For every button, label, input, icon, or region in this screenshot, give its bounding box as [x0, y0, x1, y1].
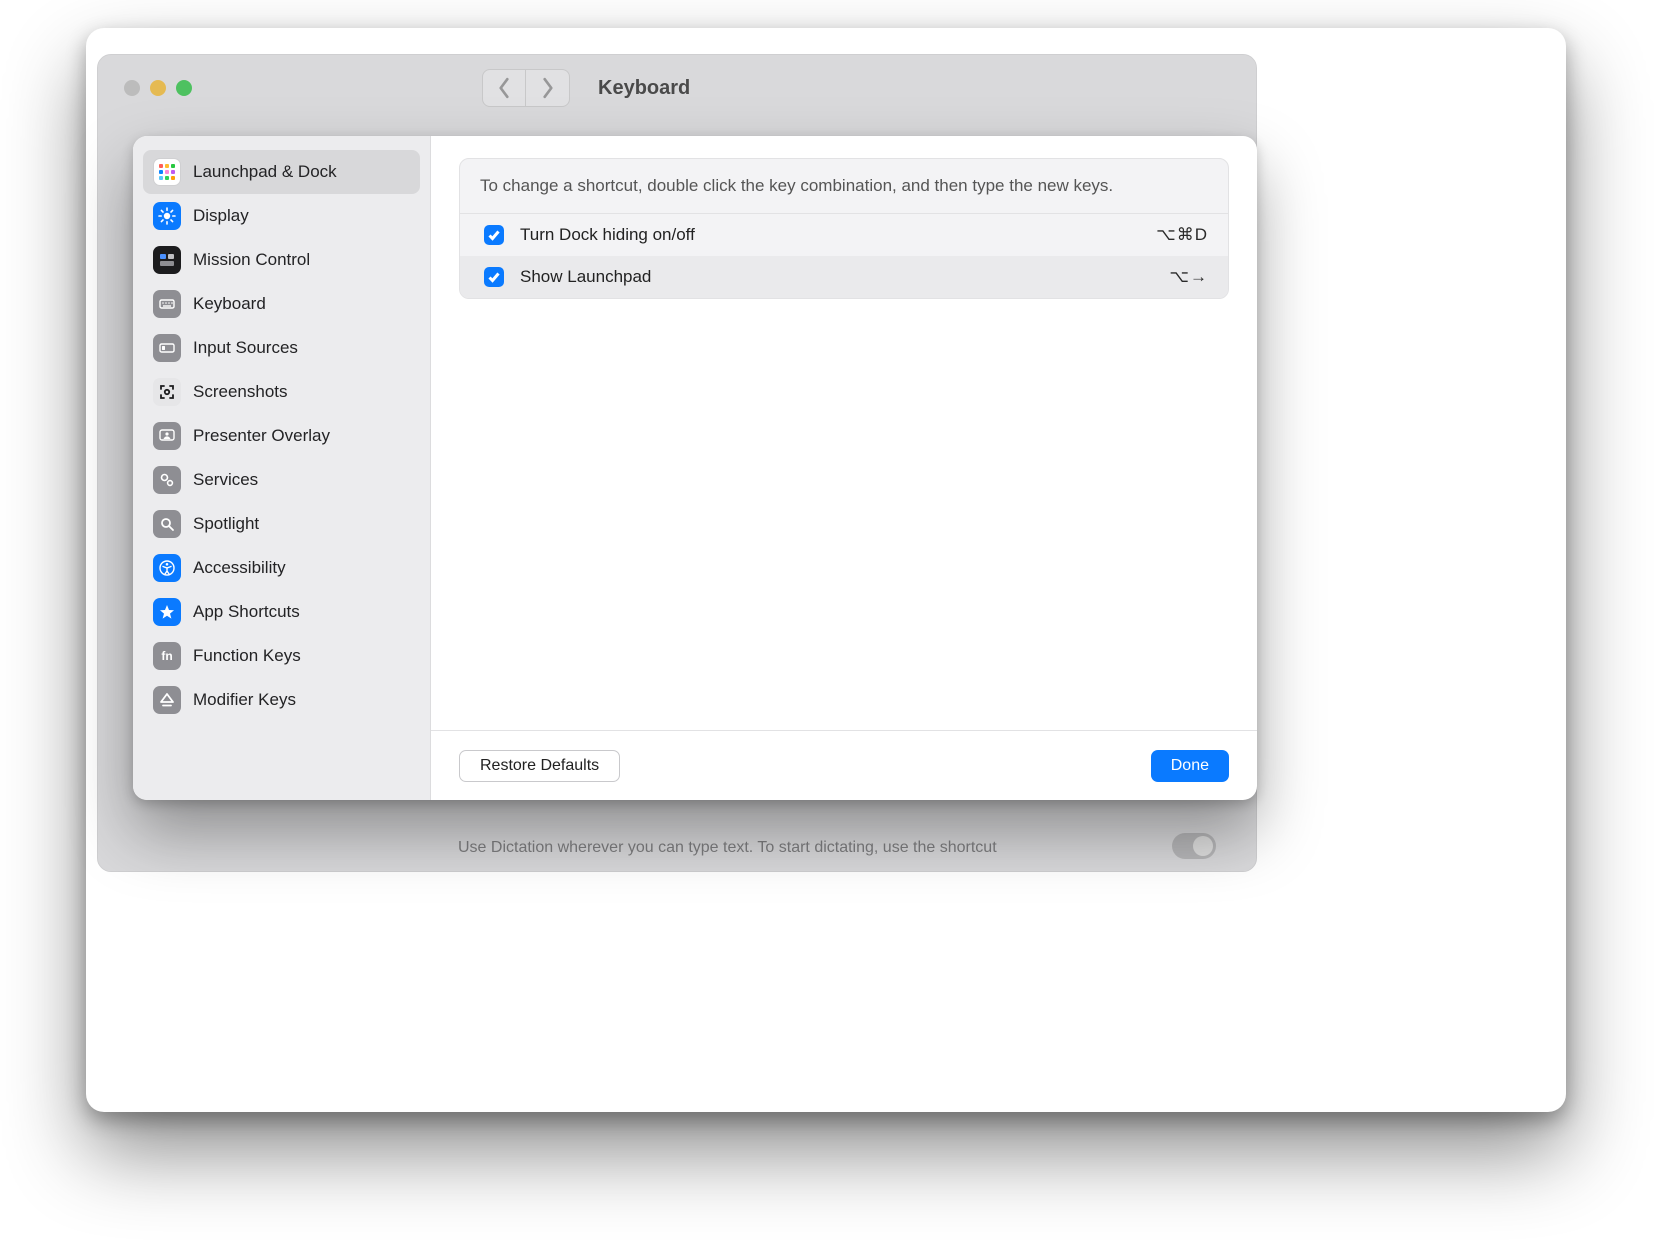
shortcuts-help-text: To change a shortcut, double click the k… [460, 159, 1228, 214]
shortcut-label: Show Launchpad [520, 267, 1153, 287]
sidebar-item-label: Keyboard [193, 294, 266, 314]
sidebar-item-label: Input Sources [193, 338, 298, 358]
sidebar-item-label: Spotlight [193, 514, 259, 534]
shortcuts-sidebar: Launchpad & Dock Display Mission Control… [133, 136, 431, 800]
sidebar-item-display[interactable]: Display [143, 194, 420, 238]
presenter-icon [153, 422, 181, 450]
input-sources-icon [153, 334, 181, 362]
sheet-footer: Restore Defaults Done [431, 730, 1257, 800]
check-icon [487, 228, 501, 242]
sidebar-item-presenter-overlay[interactable]: Presenter Overlay [143, 414, 420, 458]
sidebar-item-modifier-keys[interactable]: Modifier Keys [143, 678, 420, 722]
shortcut-row[interactable]: Show Launchpad ⌥→ [460, 256, 1228, 298]
sidebar-item-label: Display [193, 206, 249, 226]
mission-control-icon [153, 246, 181, 274]
keyboard-icon [153, 290, 181, 318]
sidebar-item-services[interactable]: Services [143, 458, 420, 502]
sidebar-item-label: Mission Control [193, 250, 310, 270]
sidebar-item-label: Services [193, 470, 258, 490]
check-icon [487, 270, 501, 284]
sidebar-item-input-sources[interactable]: Input Sources [143, 326, 420, 370]
sidebar-item-accessibility[interactable]: Accessibility [143, 546, 420, 590]
restore-defaults-button[interactable]: Restore Defaults [459, 750, 620, 782]
shortcuts-panel: To change a shortcut, double click the k… [459, 158, 1229, 299]
sidebar-item-launchpad-dock[interactable]: Launchpad & Dock [143, 150, 420, 194]
shortcut-keys[interactable]: ⌥⌘D [1156, 225, 1208, 245]
sidebar-item-label: Modifier Keys [193, 690, 296, 710]
sidebar-item-keyboard[interactable]: Keyboard [143, 282, 420, 326]
keyboard-shortcuts-sheet: Launchpad & Dock Display Mission Control… [133, 136, 1257, 800]
function-keys-icon: fn [153, 642, 181, 670]
sidebar-item-mission-control[interactable]: Mission Control [143, 238, 420, 282]
sidebar-item-label: App Shortcuts [193, 602, 300, 622]
shortcut-label: Turn Dock hiding on/off [520, 225, 1140, 245]
app-shortcuts-icon [153, 598, 181, 626]
launchpad-icon [153, 158, 181, 186]
shortcut-checkbox[interactable] [484, 225, 504, 245]
sidebar-item-app-shortcuts[interactable]: App Shortcuts [143, 590, 420, 634]
shortcut-checkbox[interactable] [484, 267, 504, 287]
sidebar-item-function-keys[interactable]: fn Function Keys [143, 634, 420, 678]
sidebar-item-label: Presenter Overlay [193, 426, 330, 446]
sidebar-item-label: Launchpad & Dock [193, 162, 337, 182]
brightness-icon [153, 202, 181, 230]
services-icon [153, 466, 181, 494]
sidebar-item-screenshots[interactable]: Screenshots [143, 370, 420, 414]
sidebar-item-label: Function Keys [193, 646, 301, 666]
spotlight-icon [153, 510, 181, 538]
sidebar-item-label: Screenshots [193, 382, 288, 402]
done-button[interactable]: Done [1151, 750, 1229, 782]
sidebar-item-spotlight[interactable]: Spotlight [143, 502, 420, 546]
shortcuts-content: To change a shortcut, double click the k… [431, 136, 1257, 800]
accessibility-icon [153, 554, 181, 582]
shortcut-keys[interactable]: ⌥→ [1169, 267, 1208, 287]
screenshot-icon [153, 378, 181, 406]
modifier-keys-icon [153, 686, 181, 714]
sidebar-item-label: Accessibility [193, 558, 286, 578]
shortcut-row[interactable]: Turn Dock hiding on/off ⌥⌘D [460, 214, 1228, 256]
